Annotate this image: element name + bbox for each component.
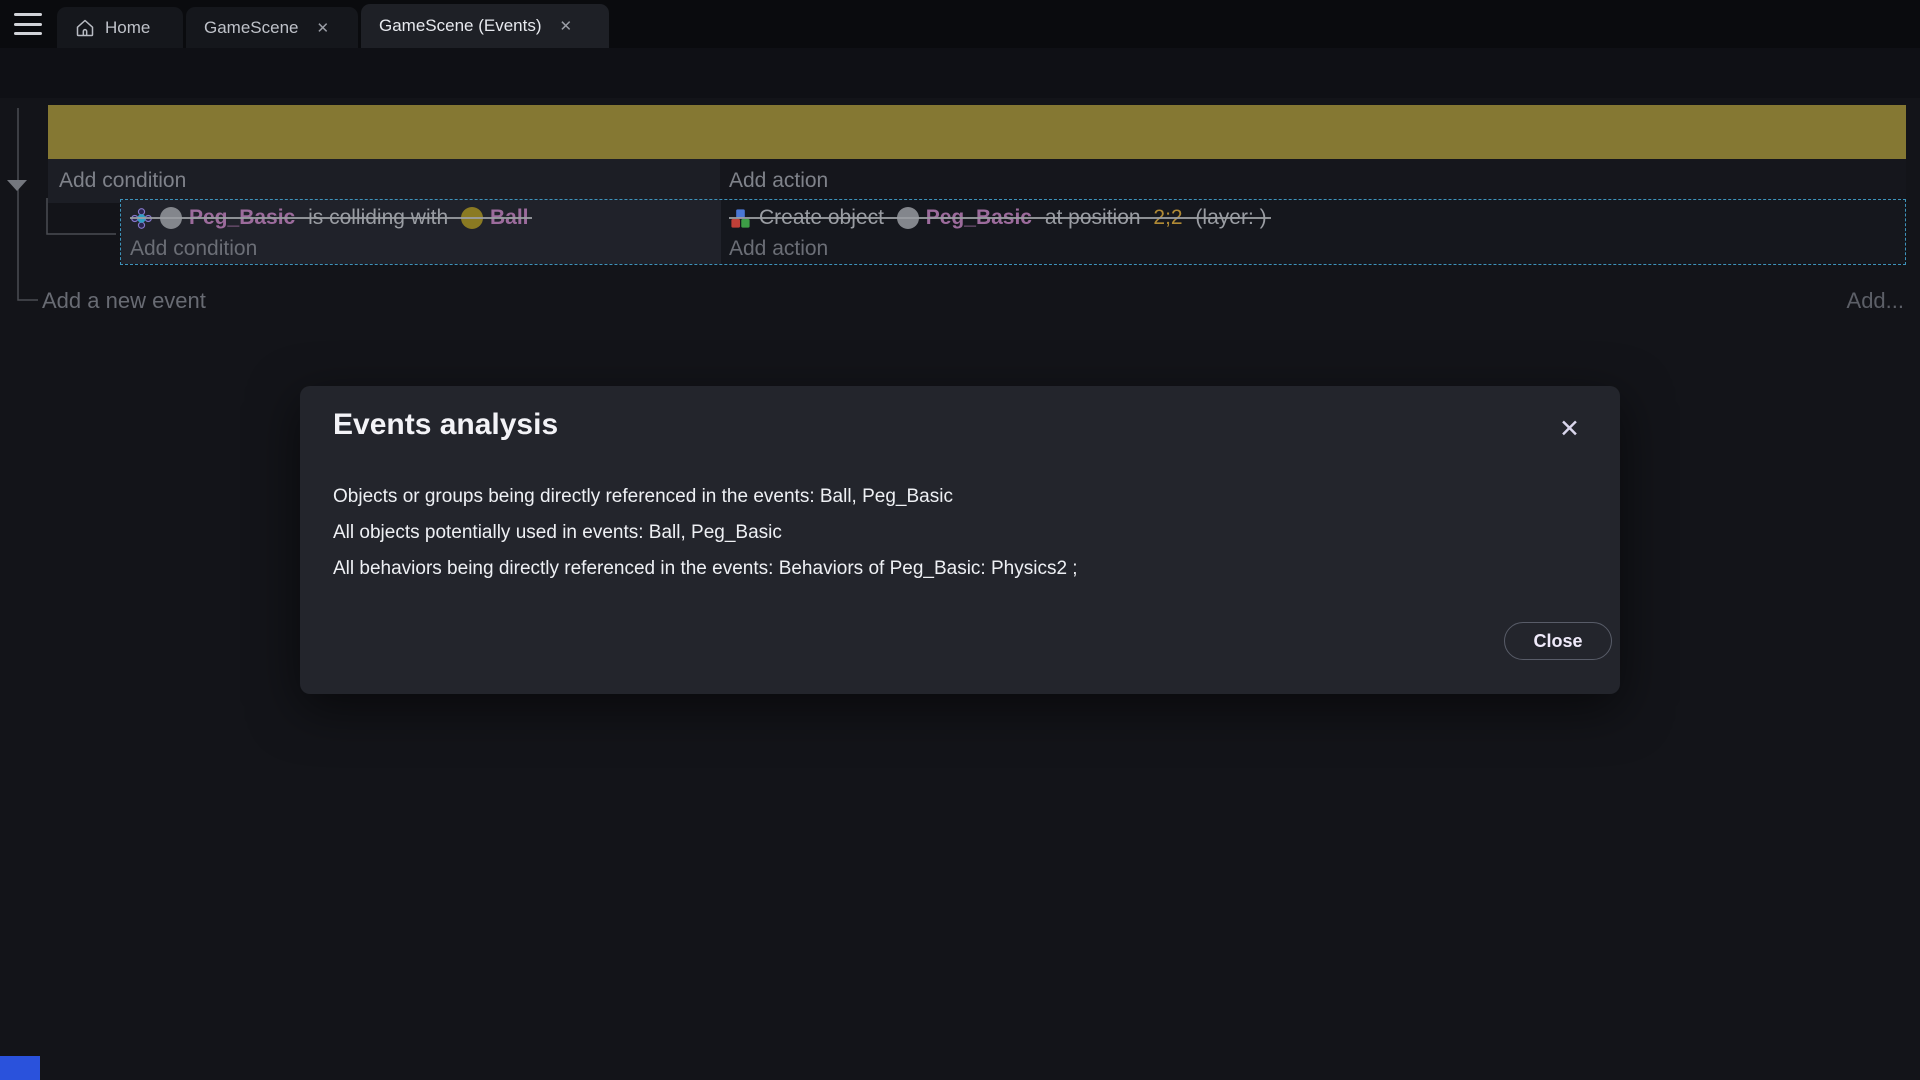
action-suffix: (layer: ) [1190,206,1267,230]
action-row[interactable]: Create object Peg_Basic at position 2;2 … [729,202,1905,234]
add-condition-link[interactable]: Add condition [130,234,721,264]
action-verb: Create object [759,206,890,230]
add-new-event-link[interactable]: Add a new event [42,288,206,314]
peg-basic-object-icon [897,207,919,229]
tab-label: Home [105,18,150,38]
selected-sub-event[interactable]: Peg_Basic is colliding with Ball Add con… [120,199,1906,265]
corner-widget[interactable] [0,1056,40,1080]
add-condition-link[interactable]: Add condition [48,159,720,203]
tab-gamescene[interactable]: GameScene ✕ [186,7,358,48]
menu-icon[interactable] [14,13,42,35]
tab-label: GameScene [204,18,299,38]
add-more-link[interactable]: Add... [1847,288,1904,314]
close-button[interactable]: Close [1504,622,1612,660]
close-icon[interactable]: ✕ [560,17,573,35]
ball-object-icon [461,207,483,229]
tab-bar: Home GameScene ✕ GameScene (Events) ✕ [0,0,1920,48]
close-icon[interactable]: ✕ [317,19,330,37]
selected-event-bar[interactable] [48,105,1906,159]
analysis-line: Objects or groups being directly referen… [333,479,1078,515]
collapse-caret-icon [7,180,27,191]
home-icon [75,18,95,38]
peg-basic-object-icon [160,207,182,229]
action-value: 2;2 [1153,206,1182,230]
close-icon[interactable]: ✕ [1555,410,1584,448]
events-analysis-dialog: Events analysis ✕ Objects or groups bein… [300,386,1620,694]
action-text: at position [1039,206,1146,230]
condition-row[interactable]: Peg_Basic is colliding with Ball [130,202,721,234]
dialog-title: Events analysis [333,408,558,442]
tab-home[interactable]: Home [57,7,183,48]
analysis-line: All behaviors being directly referenced … [333,551,1078,587]
condition-object2: Ball [490,206,529,230]
add-action-link[interactable]: Add action [729,234,1905,264]
analysis-line: All objects potentially used in events: … [333,515,1078,551]
add-action-link[interactable]: Add action [720,159,1906,203]
collision-condition-icon [130,207,153,230]
condition-object1: Peg_Basic [189,206,295,230]
toolbar: Preview Publish [0,48,1920,98]
condition-text: is colliding with [302,206,454,230]
conditions-column: Peg_Basic is colliding with Ball Add con… [121,200,721,264]
tab-gamescene-events[interactable]: GameScene (Events) ✕ [361,4,609,48]
create-object-action-icon [729,207,752,230]
action-object: Peg_Basic [926,206,1032,230]
gdevelop-app: Home GameScene ✕ GameScene (Events) ✕ [0,0,1920,1080]
tab-label: GameScene (Events) [379,16,542,36]
actions-column: Create object Peg_Basic at position 2;2 … [721,200,1905,264]
